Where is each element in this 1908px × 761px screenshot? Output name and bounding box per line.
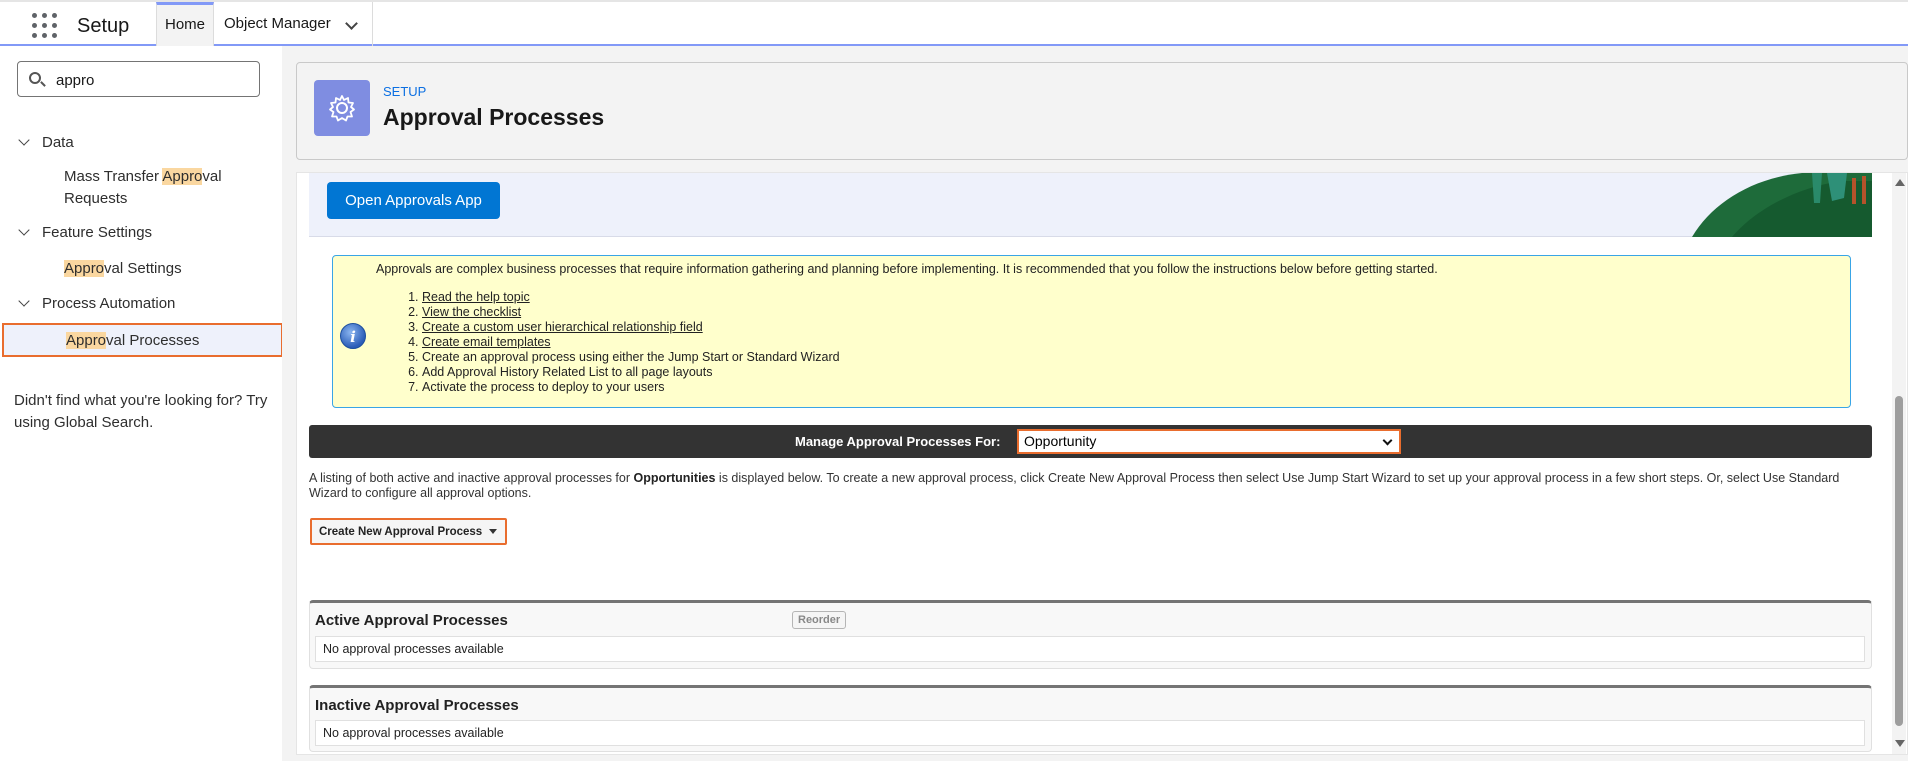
quick-find-search: [17, 61, 260, 97]
object-select[interactable]: Opportunity: [1017, 429, 1401, 454]
create-email-templates-link[interactable]: Create email templates: [422, 335, 551, 349]
tab-object-manager-label: Object Manager: [224, 15, 331, 32]
quick-find-input[interactable]: [54, 69, 249, 91]
search-match-highlight: Appro: [64, 260, 105, 277]
banner-illustration: [1662, 173, 1872, 237]
tree-group-feature-settings[interactable]: Feature Settings: [18, 224, 153, 241]
chevron-down-icon: [18, 295, 30, 307]
dropdown-arrow-icon: [489, 529, 497, 534]
tree-group-process-automation[interactable]: Process Automation: [18, 295, 176, 312]
item-label-prefix: Mass Transfer: [64, 168, 163, 185]
scroll-down-arrow-icon[interactable]: [1895, 740, 1905, 747]
scrollbar-thumb[interactable]: [1895, 396, 1903, 726]
manage-approval-processes-bar: Manage Approval Processes For: Opportuni…: [309, 425, 1872, 458]
description-text: A listing of both active and inactive ap…: [309, 471, 634, 485]
create-hierarchy-field-link[interactable]: Create a custom user hierarchical relati…: [422, 320, 703, 334]
reorder-button[interactable]: Reorder: [792, 611, 847, 629]
sidebar-item-mass-transfer-approval-requests[interactable]: Mass Transfer Approval Requests: [64, 166, 222, 210]
sidebar-item-approval-processes[interactable]: Approval Processes: [2, 323, 283, 357]
step-item: Activate the process to deploy to your u…: [422, 380, 840, 395]
search-icon: [29, 72, 41, 84]
item-label-suffix: val: [202, 168, 222, 185]
sidebar-item-approval-settings[interactable]: Approval Settings: [64, 258, 182, 280]
breadcrumb: SETUP: [383, 84, 427, 99]
empty-state-row: No approval processes available: [315, 720, 1865, 746]
manage-for-label: Manage Approval Processes For:: [795, 434, 1001, 449]
chevron-down-icon: [18, 224, 30, 236]
search-match-highlight: Appro: [66, 332, 107, 349]
chevron-down-icon: [1382, 435, 1393, 446]
object-name: Opportunities: [633, 471, 716, 485]
empty-state-row: No approval processes available: [315, 636, 1865, 662]
step-item: Create an approval process using either …: [422, 350, 840, 365]
section-title: Active Approval Processes: [315, 612, 508, 629]
tree-group-label: Process Automation: [42, 295, 176, 312]
tab-object-manager[interactable]: Object Manager: [214, 2, 373, 46]
page-title: Approval Processes: [383, 104, 605, 130]
step-item: View the checklist: [422, 305, 840, 320]
scroll-up-arrow-icon[interactable]: [1895, 179, 1905, 186]
gear-icon: [314, 80, 370, 136]
app-launcher-icon[interactable]: [32, 13, 58, 39]
tree-group-label: Data: [42, 134, 74, 151]
create-button-label: Create New Approval Process: [319, 525, 483, 538]
active-approval-processes-section: Active Approval Processes Reorder No app…: [309, 600, 1872, 669]
section-title: Inactive Approval Processes: [315, 697, 519, 714]
item-label-suffix: val Processes: [106, 332, 200, 349]
app-name: Setup: [77, 15, 130, 37]
item-label-suffix: val Settings: [104, 260, 182, 277]
step-item: Add Approval History Related List to all…: [422, 365, 840, 380]
page-header: SETUP Approval Processes: [296, 62, 1908, 160]
create-new-approval-process-button[interactable]: Create New Approval Process: [310, 518, 507, 545]
search-match-highlight: Appro: [162, 168, 203, 185]
instructions-intro: Approvals are complex business processes…: [376, 262, 1438, 276]
read-help-topic-link[interactable]: Read the help topic: [422, 290, 530, 304]
tree-group-data[interactable]: Data: [18, 134, 74, 151]
info-icon: i: [340, 323, 366, 349]
tab-home[interactable]: Home: [156, 2, 214, 46]
main-content-area: SETUP Approval Processes Open Approvals …: [282, 46, 1908, 761]
view-checklist-link[interactable]: View the checklist: [422, 305, 521, 319]
instructions-steps: Read the help topic View the checklist C…: [404, 290, 840, 395]
tree-group-label: Feature Settings: [42, 224, 153, 241]
item-label-line2: Requests: [64, 190, 128, 207]
chevron-down-icon: [18, 134, 30, 146]
global-header: Setup Home Object Manager: [0, 0, 1908, 46]
inactive-approval-processes-section: Inactive Approval Processes No approval …: [309, 685, 1872, 752]
step-item: Create email templates: [422, 335, 840, 350]
object-select-value: Opportunity: [1024, 433, 1097, 449]
step-item: Read the help topic: [422, 290, 840, 305]
setup-page-body: Open Approvals App i Approvals are compl…: [296, 172, 1908, 755]
scrollbar[interactable]: [1892, 173, 1906, 754]
approvals-app-banner: Open Approvals App: [309, 173, 1872, 237]
approval-instructions-panel: i Approvals are complex business process…: [332, 255, 1851, 408]
global-search-hint: Didn't find what you're looking for? Try…: [14, 392, 268, 431]
setup-sidebar: Data Mass Transfer Approval Requests Fea…: [0, 46, 283, 761]
step-item: Create a custom user hierarchical relati…: [422, 320, 840, 335]
open-approvals-app-button[interactable]: Open Approvals App: [327, 182, 500, 219]
chevron-down-icon[interactable]: [345, 17, 358, 30]
listing-description: A listing of both active and inactive ap…: [309, 471, 1869, 501]
